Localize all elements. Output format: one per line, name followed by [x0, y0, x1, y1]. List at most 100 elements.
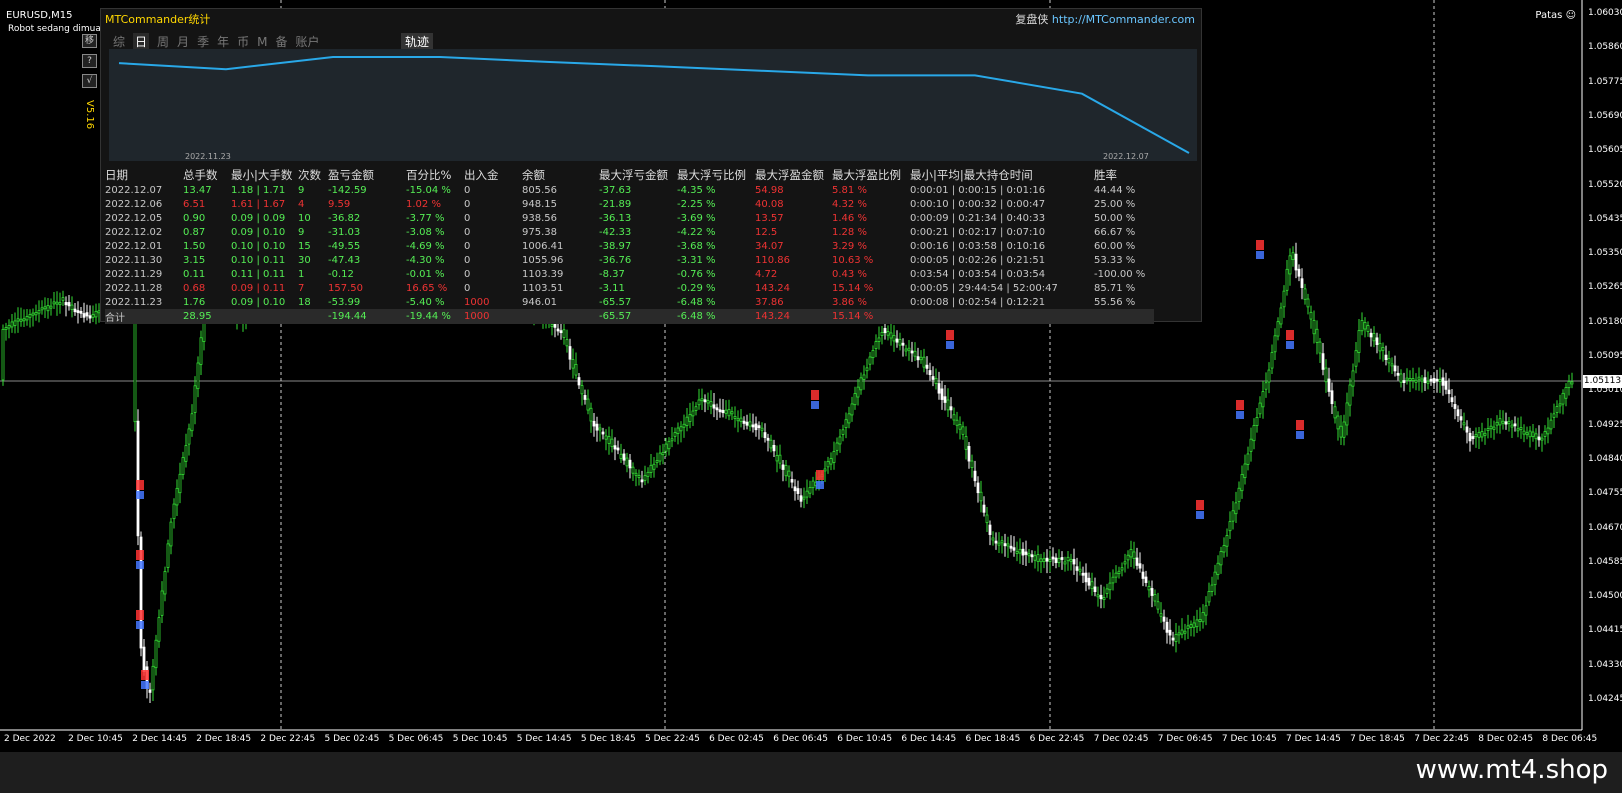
price-tick: 1.05350 — [1588, 248, 1622, 259]
move-button[interactable]: 移 — [82, 34, 97, 48]
total-row: 合计 28.95 -194.44 -19.44 % 1000 -65.57 -6.48 % 1… — [105, 309, 1154, 324]
tab-7[interactable]: M — [257, 35, 267, 49]
candle — [1318, 341, 1322, 354]
candle — [1129, 548, 1133, 558]
table-row: 2022.12.06 6.51 1.61 | 1.67 4 9.59 1.02 % 0 948… — [105, 197, 1154, 211]
candle — [1093, 586, 1097, 593]
candle — [1453, 404, 1457, 409]
track-button[interactable]: 轨迹 — [401, 33, 434, 50]
table-cell: -19.44 % — [406, 311, 451, 322]
price-tick: 1.05265 — [1588, 282, 1622, 293]
candle — [178, 473, 182, 494]
candle — [1126, 554, 1130, 561]
candle — [1546, 427, 1550, 435]
tab-5[interactable]: 年 — [217, 33, 229, 50]
tab-9[interactable]: 账户 — [295, 33, 319, 50]
candle — [64, 302, 68, 306]
candle — [664, 443, 668, 452]
candle — [1, 328, 5, 381]
candle — [1417, 376, 1421, 380]
candle — [991, 537, 995, 541]
table-cell: 1.61 | 1.67 — [231, 198, 286, 210]
table-cell: -53.99 — [328, 296, 361, 308]
candle — [19, 318, 23, 322]
candle — [556, 328, 560, 332]
table-cell: 2022.11.30 — [105, 254, 163, 266]
panel-link[interactable]: 复盘侠 http://MTCommander.com — [1015, 11, 1195, 27]
candle — [1375, 337, 1379, 345]
table-cell: 1103.39 — [522, 268, 564, 280]
time-tick: 5 Dec 22:45 — [645, 734, 700, 744]
column-header: 百分比% — [406, 168, 452, 182]
tab-6[interactable]: 币 — [237, 33, 249, 50]
tab-2[interactable]: 周 — [157, 33, 169, 50]
candle — [649, 464, 653, 473]
candle — [961, 426, 965, 435]
version-label: V5.16 — [84, 100, 95, 130]
table-cell: 0 — [464, 282, 471, 294]
time-tick: 6 Dec 02:45 — [709, 734, 764, 744]
candle — [1291, 252, 1295, 260]
table-cell: 0.09 | 0.10 — [231, 226, 286, 238]
candle — [70, 304, 74, 310]
help-button[interactable]: ? — [82, 54, 97, 68]
tab-4[interactable]: 季 — [197, 33, 209, 50]
candle — [1558, 403, 1562, 407]
candle — [37, 310, 41, 314]
candle — [1072, 559, 1076, 565]
table-cell: 54.98 — [755, 184, 784, 196]
candle — [1342, 421, 1346, 438]
candle — [946, 399, 950, 411]
candle — [1000, 540, 1004, 544]
candle — [25, 316, 29, 321]
candle — [1312, 319, 1316, 335]
trade-marker — [1196, 511, 1204, 519]
candle — [601, 431, 605, 435]
tab-1[interactable]: 日 — [133, 33, 150, 50]
candle — [1549, 419, 1553, 430]
time-tick: 5 Dec 10:45 — [452, 734, 508, 744]
candle — [1183, 630, 1187, 634]
tab-8[interactable]: 备 — [275, 33, 287, 50]
candle — [613, 445, 617, 450]
candle — [967, 446, 971, 462]
candle — [1030, 554, 1034, 558]
price-tick: 1.05435 — [1588, 213, 1622, 224]
trade-marker — [141, 670, 149, 680]
candle — [733, 416, 737, 419]
candle — [880, 331, 884, 336]
candle — [1156, 601, 1160, 610]
table-cell — [231, 309, 298, 324]
table-cell: 0.87 — [183, 226, 206, 238]
bottom-bar — [0, 752, 1622, 793]
candle — [1564, 387, 1568, 399]
candle — [736, 418, 740, 422]
tab-3[interactable]: 月 — [177, 33, 189, 50]
table-cell — [522, 309, 599, 324]
table-cell: 1 — [298, 268, 305, 280]
candle — [1141, 571, 1145, 579]
table-cell: 0:00:05 | 0:02:26 | 0:21:51 — [910, 254, 1046, 266]
candle — [1303, 288, 1307, 300]
candle — [163, 571, 167, 595]
candle — [85, 312, 89, 317]
candle — [1228, 521, 1232, 532]
table-row: 2022.11.28 0.68 0.09 | 0.11 7 157.50 16.65 % 0… — [105, 281, 1154, 295]
candle — [922, 356, 926, 368]
candle — [1165, 621, 1169, 633]
table-cell: 0 — [464, 240, 471, 252]
table-row: 2022.12.05 0.90 0.09 | 0.09 10 -36.82 -3.77 %… — [105, 211, 1154, 225]
candle — [901, 342, 905, 346]
candle — [670, 438, 674, 442]
candle — [1150, 588, 1154, 596]
candle — [679, 426, 683, 432]
candle — [778, 454, 782, 464]
trade-marker — [1196, 500, 1204, 510]
confirm-button[interactable]: √ — [82, 74, 97, 88]
candle — [1534, 433, 1538, 440]
candle — [136, 420, 140, 537]
candle — [172, 503, 176, 520]
candle — [1510, 424, 1514, 428]
candle — [1069, 558, 1073, 562]
tab-0[interactable]: 综 — [113, 33, 125, 50]
